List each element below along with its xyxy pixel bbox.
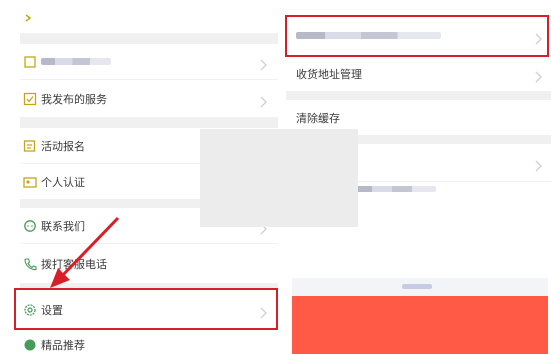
- list-item-blurred[interactable]: [20, 44, 278, 80]
- section-divider: [20, 34, 278, 44]
- sidebar-item-recommendations[interactable]: 精品推荐: [20, 330, 278, 354]
- blurred-label: [41, 58, 111, 65]
- recommend-icon: [23, 338, 37, 352]
- sidebar-item-label: 我发布的服务: [41, 92, 107, 106]
- chevron-right-icon: [260, 93, 268, 107]
- chevron-right-icon: [535, 157, 543, 171]
- banner-strip: [292, 278, 548, 296]
- shipping-address-label: 收货地址管理: [296, 67, 362, 81]
- banner-indicator: [402, 284, 432, 289]
- clear-cache-label: 清除缓存: [296, 111, 340, 125]
- sidebar-item-label: 精品推荐: [41, 338, 85, 352]
- star-icon: [23, 10, 37, 24]
- sidebar-item-label: 活动报名: [41, 139, 85, 153]
- check-icon: [23, 92, 37, 106]
- sidebar-item-label: 个人认证: [41, 175, 85, 189]
- id-card-icon: [23, 175, 37, 189]
- annotation-arrow: [50, 216, 120, 288]
- edit-icon: [23, 139, 37, 153]
- chat-icon: [23, 219, 37, 233]
- red-banner[interactable]: [292, 296, 548, 354]
- phone-icon: [23, 257, 37, 271]
- shipping-address-management[interactable]: 收货地址管理: [286, 56, 551, 92]
- chevron-right-icon: [260, 56, 268, 70]
- popup-overlay: [200, 129, 358, 227]
- list-item-top-partial[interactable]: [20, 0, 278, 34]
- sidebar-item-my-services[interactable]: 我发布的服务: [20, 80, 278, 118]
- document-icon: [23, 55, 37, 69]
- highlight-settings-row: [14, 288, 278, 330]
- chevron-right-icon: [535, 68, 543, 82]
- highlight-account-row: [285, 15, 549, 57]
- section-divider: [286, 92, 551, 100]
- section-divider: [20, 118, 278, 128]
- blurred-text: [356, 186, 436, 192]
